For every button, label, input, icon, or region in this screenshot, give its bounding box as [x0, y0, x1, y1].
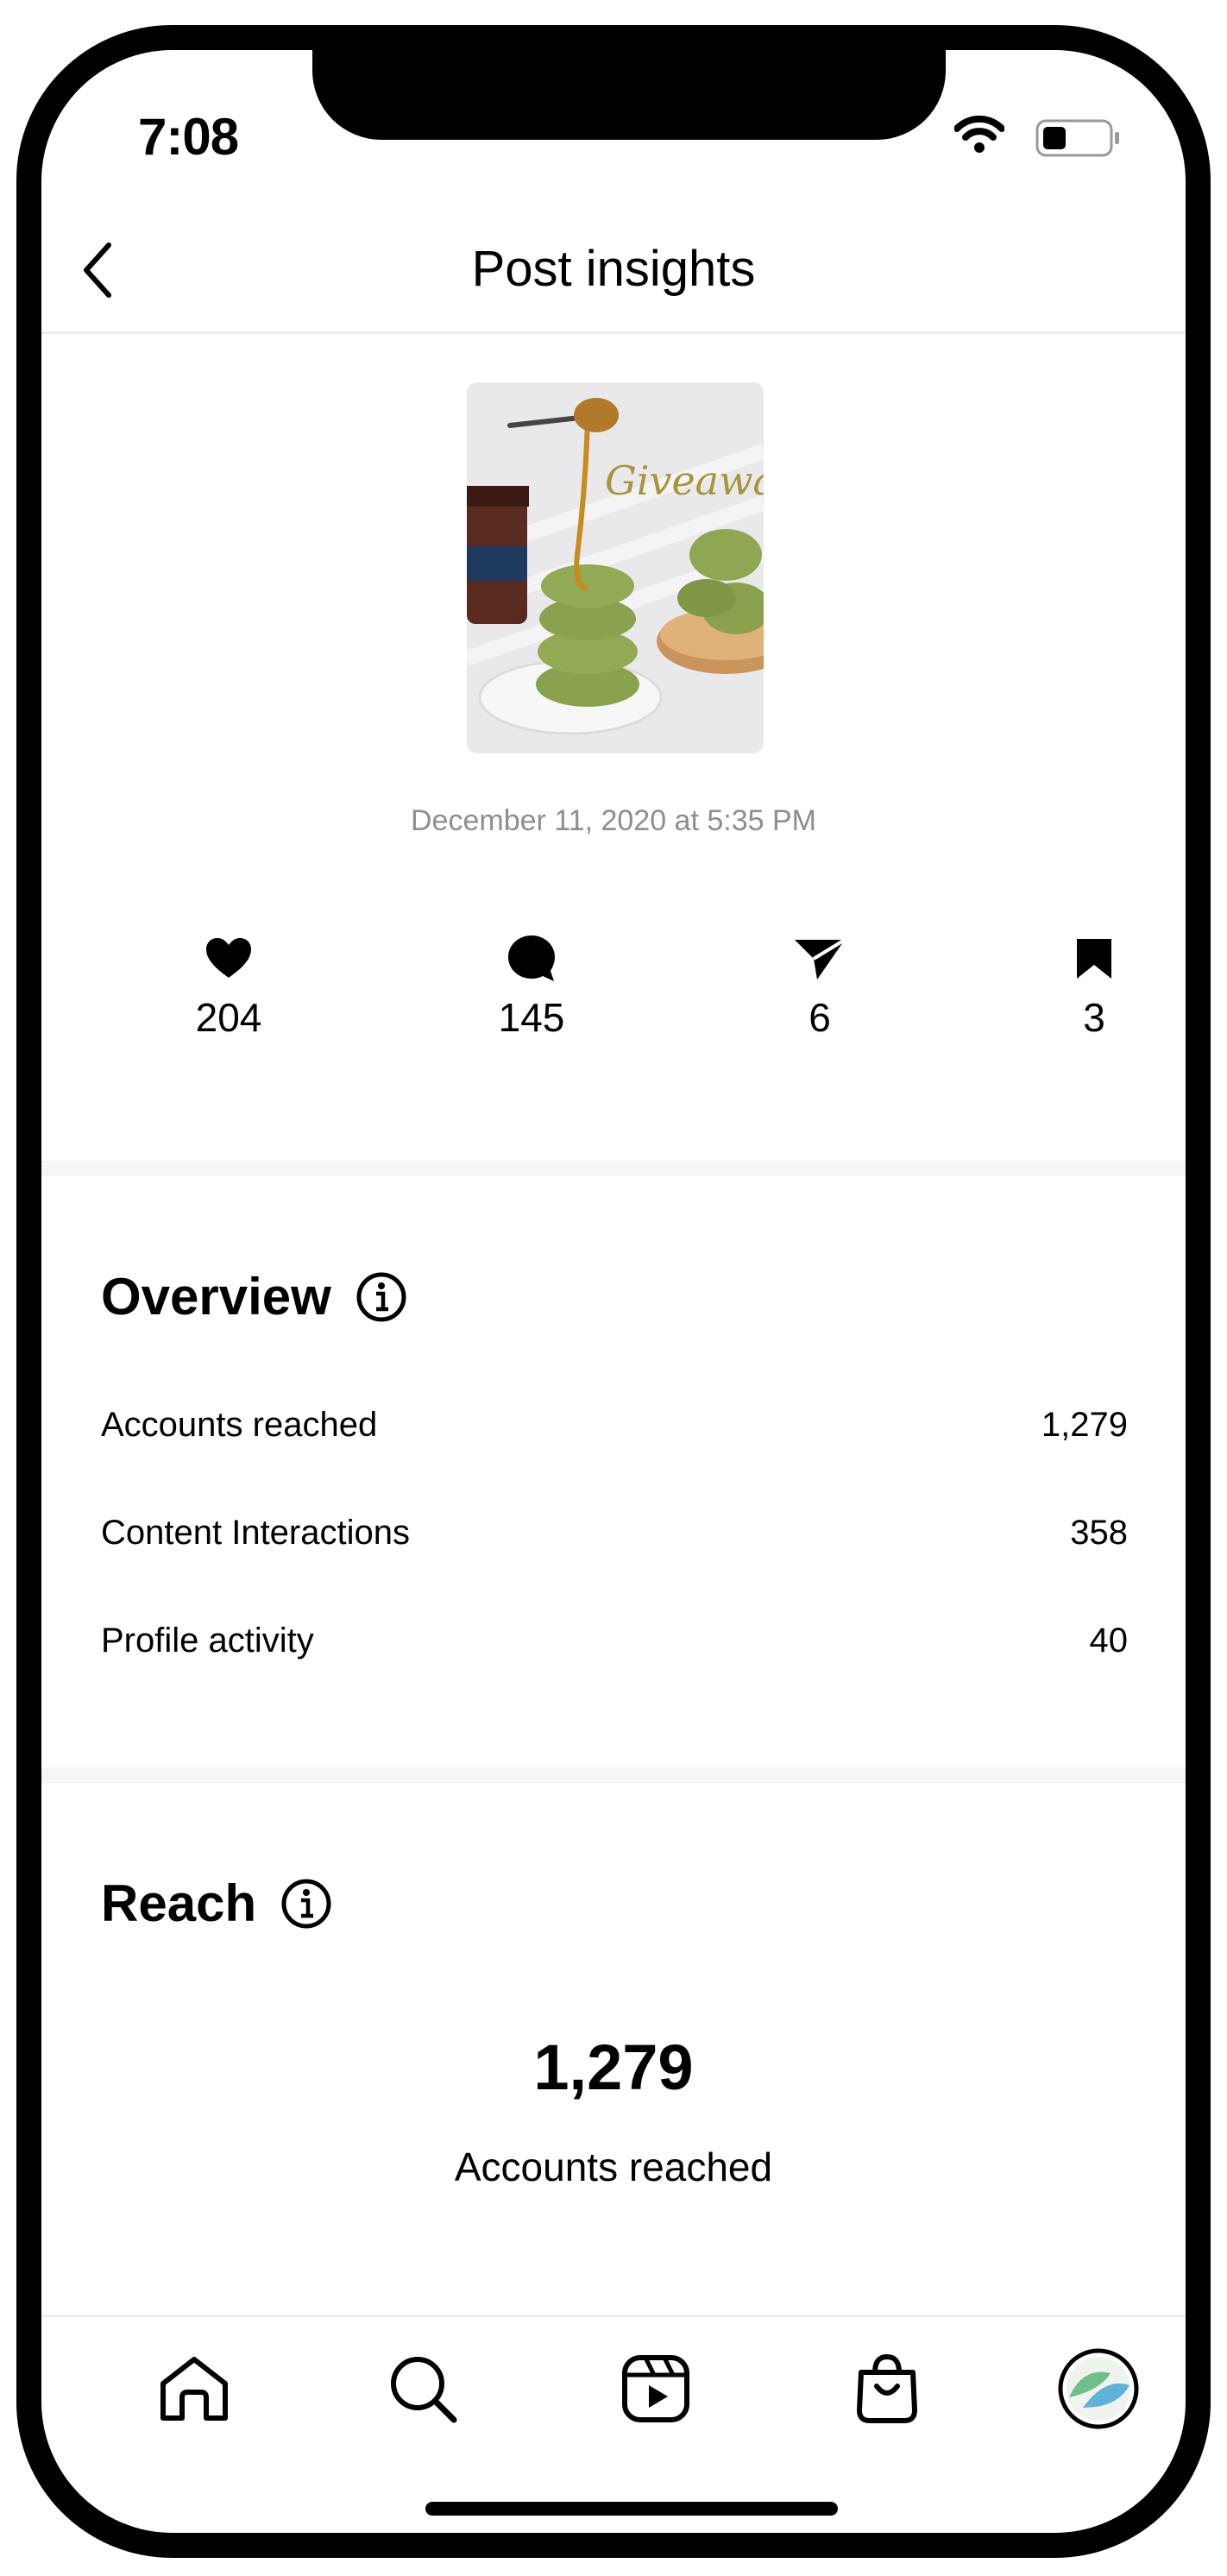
- home-indicator: [425, 2502, 838, 2516]
- row-value: 40: [1089, 1622, 1129, 1660]
- tab-shop[interactable]: [844, 2346, 930, 2432]
- bookmark-icon: [1077, 939, 1111, 979]
- section-separator: [41, 1161, 1186, 1176]
- row-label: Profile activity: [101, 1622, 314, 1660]
- post-date: December 11, 2020 at 5:35 PM: [411, 804, 816, 837]
- reels-icon: [622, 2355, 689, 2422]
- overview-row-accounts-reached[interactable]: Accounts reached 1,279: [101, 1406, 1128, 1445]
- overview-row-content-interactions[interactable]: Content Interactions 358: [101, 1514, 1128, 1553]
- status-time: 7:08: [138, 108, 239, 166]
- likes-count: 204: [195, 995, 262, 1040]
- profile-avatar: [1058, 2348, 1139, 2429]
- header: Post insights: [41, 214, 1186, 323]
- overview-section-title: Overview: [101, 1267, 407, 1326]
- info-icon: [281, 1879, 331, 1928]
- reach-info-button[interactable]: [280, 1878, 332, 1930]
- heart-icon: [206, 938, 251, 978]
- phone-frame: 7:08 Post insights Giveaw December 11, 2…: [16, 25, 1211, 2558]
- overview-info-button[interactable]: [356, 1271, 407, 1323]
- notch: [312, 50, 946, 140]
- reach-section-title: Reach: [101, 1874, 332, 1933]
- overview-title: Overview: [101, 1268, 331, 1326]
- saves-count: 3: [1083, 995, 1105, 1040]
- section-separator: [41, 1767, 1186, 1783]
- tab-profile[interactable]: [1055, 2346, 1142, 2432]
- paper-plane-icon: [795, 938, 846, 979]
- comment-icon: [508, 935, 555, 981]
- saves-stat: 3: [1008, 930, 1180, 1041]
- home-icon: [160, 2357, 228, 2421]
- likes-stat: 204: [142, 930, 315, 1041]
- search-icon: [391, 2357, 457, 2423]
- wifi-icon: [954, 116, 1004, 153]
- reach-value: 1,279: [533, 2031, 694, 2103]
- row-value: 1,279: [1041, 1406, 1128, 1444]
- screen: 7:08 Post insights Giveaw December 11, 2…: [41, 50, 1186, 2533]
- shares-stat: 6: [733, 930, 906, 1041]
- post-thumbnail[interactable]: Giveaway: [467, 382, 764, 753]
- battery-icon: [1035, 119, 1119, 157]
- page-title: Post insights: [471, 241, 756, 297]
- row-value: 358: [1070, 1514, 1128, 1552]
- overview-row-profile-activity[interactable]: Profile activity 40: [101, 1622, 1128, 1660]
- tab-reels[interactable]: [613, 2346, 699, 2432]
- shares-count: 6: [809, 995, 831, 1040]
- tab-search[interactable]: [380, 2346, 466, 2432]
- header-divider: [41, 331, 1186, 334]
- reach-label: Accounts reached: [454, 2145, 773, 2189]
- comments-stat: 145: [445, 930, 618, 1041]
- reach-title: Reach: [101, 1874, 257, 1932]
- tabbar-divider: [41, 2315, 1186, 2317]
- row-label: Content Interactions: [101, 1514, 410, 1552]
- row-label: Accounts reached: [101, 1406, 378, 1444]
- tab-home[interactable]: [151, 2346, 237, 2432]
- info-icon: [356, 1272, 406, 1321]
- comments-count: 145: [498, 995, 565, 1040]
- svg-text:Giveaway: Giveaway: [605, 457, 764, 504]
- shop-icon: [857, 2353, 917, 2423]
